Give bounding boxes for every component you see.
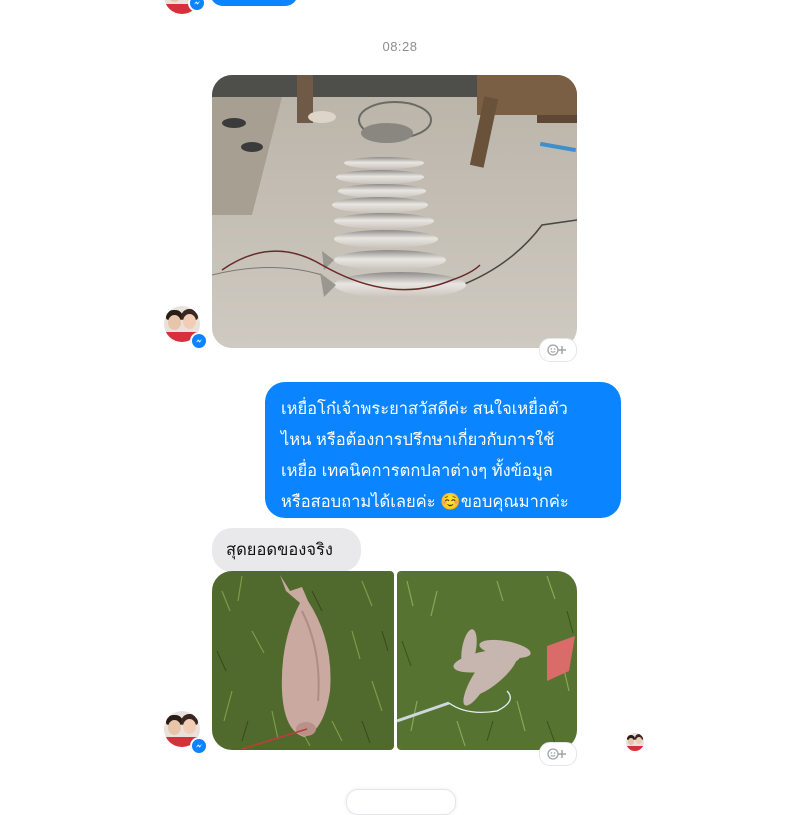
message-line: เหยื่อโก๋เจ้าพระยาสวัสดีค่ะ สนใจเหยื่อตั…: [281, 400, 568, 418]
fish-on-grass-photo[interactable]: [212, 571, 394, 750]
previous-message-bubble-partial[interactable]: [210, 0, 298, 6]
fish-catch-photo[interactable]: [212, 75, 577, 348]
message-line: เหยื่อ เทคนิคการตกปลาต่างๆ ทั้งข้อมูล: [281, 462, 553, 480]
outgoing-message-bubble[interactable]: เหยื่อโก๋เจ้าพระยาสวัสดีค่ะ สนใจเหยื่อตั…: [265, 382, 621, 518]
incoming-message-text: สุดยอดของจริง: [226, 541, 333, 559]
messenger-icon: [190, 737, 208, 755]
messenger-icon: [188, 0, 206, 12]
message-timestamp: 08:28: [382, 39, 418, 54]
add-reaction-icon[interactable]: [539, 742, 577, 766]
add-reaction-icon[interactable]: [539, 338, 577, 362]
message-line: หรือสอบถามได้เลยค่ะ ☺️ขอบคุณมากค่ะ: [281, 493, 569, 511]
fish-pile-photo[interactable]: [397, 571, 577, 750]
messenger-icon: [190, 332, 208, 350]
incoming-message-bubble[interactable]: สุดยอดของจริง: [212, 528, 361, 572]
message-line: ไหน หรือต้องการปรึกษาเกี่ยวกับการใช้: [281, 431, 555, 449]
read-receipt-avatar: [626, 733, 644, 751]
scroll-to-bottom-pill[interactable]: [346, 789, 456, 815]
